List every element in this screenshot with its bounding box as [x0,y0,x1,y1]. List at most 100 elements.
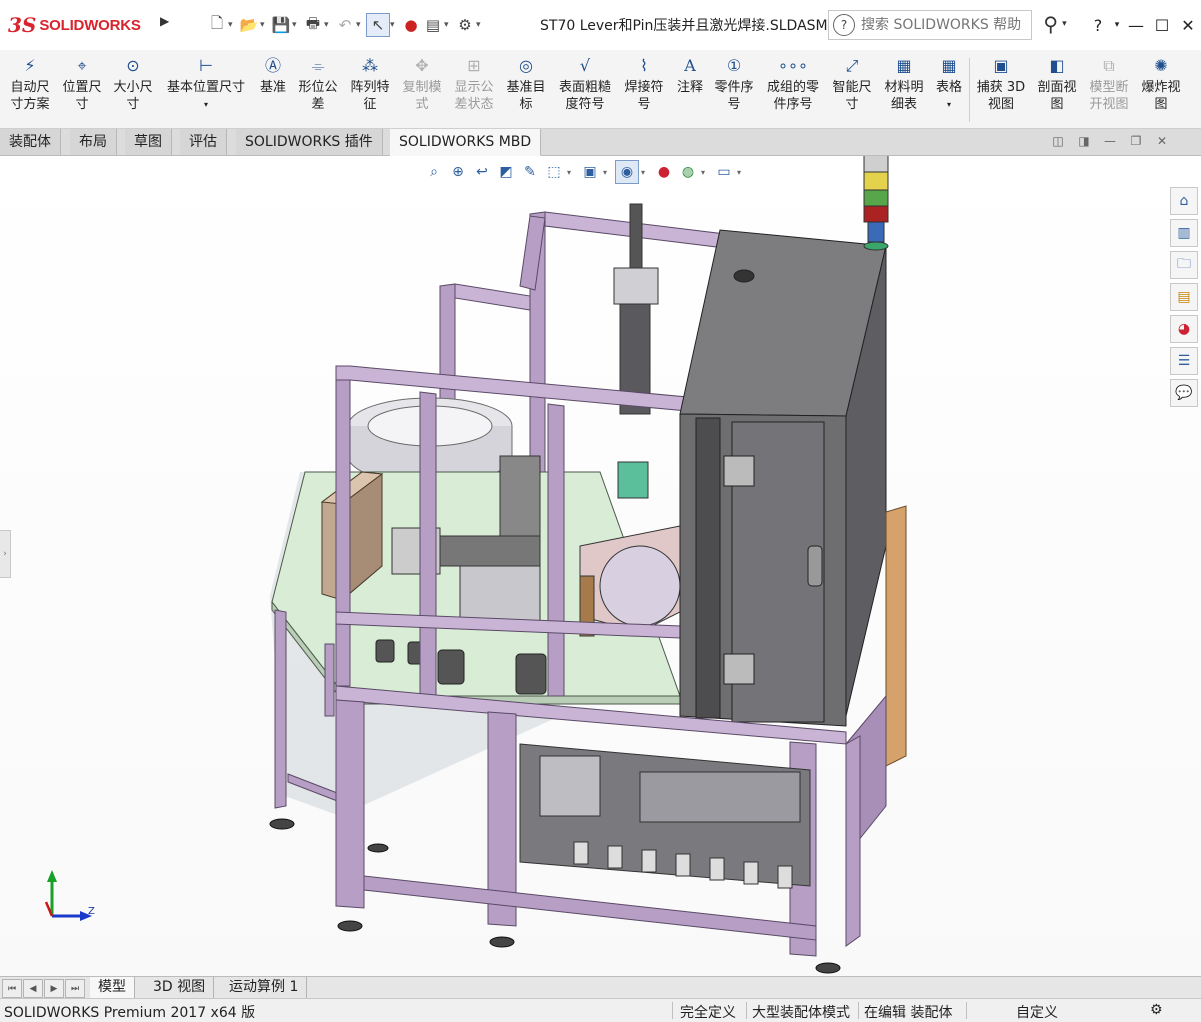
command-manager-ribbon: ⚡ 自动尺 寸方案 ⌖ 位置尺 寸 ⊙ 大小尺 寸 ⊢ 基本位置尺寸 ▾ Ⓐ 基准 ⌯ 形位公… [0,50,1201,129]
rebuild-traffic-light-icon[interactable]: ● [400,14,422,36]
undo-icon[interactable]: ↶ [334,14,356,36]
open-document-icon[interactable]: 📂 [238,14,260,36]
auto-dimension-scheme-button[interactable]: ⚡ 自动尺 寸方案 [6,54,54,124]
model-break-view-button[interactable]: ⧉ 模型断 开视图 [1085,54,1133,124]
options-dropdown-icon[interactable]: ▾ [476,20,486,30]
minimize-button[interactable]: — [1123,16,1149,35]
quick-access-toolbar: 🗋 ▾ 📂 ▾ 💾 ▾ 🖶 ▾ ↶ ▾ ↖ ▾ ● ▤ ▾ ⚙ ▾ [206,13,486,37]
tab-solidworks-mbd[interactable]: SOLIDWORKS MBD [390,129,542,156]
size-dimension-button[interactable]: ⊙ 大小尺 寸 [110,54,156,124]
table-dropdown-icon[interactable]: ▾ [947,96,951,113]
undo-dropdown-icon[interactable]: ▾ [356,20,366,30]
assembly-model-illustration[interactable] [0,156,1201,976]
menu-expand-arrow-icon[interactable]: ▶ [160,14,174,34]
basic-dim-dropdown-icon[interactable]: ▾ [204,96,208,113]
tab-solidworks-addins[interactable]: SOLIDWORKS 插件 [236,129,383,155]
weld-symbol-button[interactable]: ⌇ 焊接符 号 [620,54,668,124]
print-dropdown-icon[interactable]: ▾ [324,20,334,30]
weld-symbol-icon: ⌇ [640,55,648,75]
maximize-button[interactable]: ☐ [1149,16,1175,35]
tab-model[interactable]: 模型 [90,977,135,998]
viewport-close-icon[interactable]: ✕ [1149,134,1175,148]
graphics-area[interactable]: ⌕ ⊕ ↩ ◩ ✎ ⬚ ▾ ▣ ▾ ◉ ▾ ● ◍ ▾ ▭ ▾ ⌂ ▥ 🗀 ▤ ◕ ☰ 💬… [0,156,1201,976]
command-manager-tabs: 装配体 布局 草图 评估 SOLIDWORKS 插件 SOLIDWORKS MB… [0,129,1201,156]
units-custom-status[interactable]: 自定义 [1016,1002,1058,1022]
status-separator [672,1002,673,1019]
rebuild-status-icon[interactable]: ⚙ [1150,1002,1163,1018]
table-icon: ▦ [941,55,957,75]
ds-logo-mark: 3S [8,13,37,37]
triad-y-arrow-icon [47,870,57,882]
editing-status: 在编辑 装配体 [864,1005,953,1021]
tab-sketch[interactable]: 草图 [125,129,172,155]
geometric-tolerance-button[interactable]: ⌯ 形位公 差 [295,54,341,124]
tab-layout[interactable]: 布局 [70,129,117,155]
new-document-icon[interactable]: 🗋 [206,14,228,36]
location-dimension-button[interactable]: ⌖ 位置尺 寸 [59,54,105,124]
note-button[interactable]: A 注释 [672,54,708,124]
smart-dimension-icon: ⤢ [845,55,859,75]
balloon-icon: ① [726,55,742,75]
properties-dropdown-icon[interactable]: ▾ [444,20,454,30]
tab-evaluate[interactable]: 评估 [180,129,227,155]
save-dropdown-icon[interactable]: ▾ [292,20,302,30]
solidworks-logo[interactable]: 3S SOLIDWORKS [8,10,156,40]
model-break-view-icon: ⧉ [1103,55,1115,75]
search-input[interactable] [859,16,1023,34]
viewport-restore-icon[interactable]: ❐ [1123,134,1149,148]
logo-text: SOLIDWORKS [39,16,141,34]
open-dropdown-icon[interactable]: ▾ [260,20,270,30]
help-button[interactable]: ? [1085,16,1111,35]
show-tolerance-status-button[interactable]: ⊞ 显示公 差状态 [450,54,498,124]
last-tab-arrow-icon[interactable]: ⏭ [65,979,85,998]
stacked-balloon-button[interactable]: ∘∘∘ 成组的零 件序号 [762,54,824,124]
smart-dimension-button[interactable]: ⤢ 智能尺 寸 [828,54,876,124]
tab-motion-study-1[interactable]: 运动算例 1 [221,977,308,998]
geometric-tolerance-icon: ⌯ [311,55,325,75]
definition-status: 完全定义 [680,1005,736,1021]
status-separator [746,1002,747,1019]
balloon-button[interactable]: ① 零件序 号 [710,54,758,124]
bill-of-materials-button[interactable]: ▦ 材料明 细表 [880,54,928,124]
table-button[interactable]: ▦ 表格 ▾ [932,54,966,124]
tab-3d-views[interactable]: 3D 视图 [145,977,215,998]
capture-3d-view-button[interactable]: ▣ 捕获 3D 视图 [974,54,1028,124]
options-gear-icon[interactable]: ⚙ [454,14,476,36]
title-bar: 3S SOLIDWORKS ▶ 🗋 ▾ 📂 ▾ 💾 ▾ 🖶 ▾ ↶ ▾ ↖ ▾ ● ▤ ▾ ⚙… [0,0,1201,51]
prev-tab-arrow-icon[interactable]: ◀ [23,979,43,998]
select-pointer-icon[interactable]: ↖ [366,13,390,37]
select-dropdown-icon[interactable]: ▾ [390,20,400,30]
tab-assembly[interactable]: 装配体 [0,129,61,155]
copy-scheme-button[interactable]: ✥ 复制模 式 [398,54,446,124]
stacked-balloon-icon: ∘∘∘ [777,55,809,75]
basic-location-dimension-button[interactable]: ⊢ 基本位置尺寸 ▾ [162,54,250,124]
first-tab-arrow-icon[interactable]: ⏮ [2,979,22,998]
save-icon[interactable]: 💾 [270,14,292,36]
viewport-minimize-icon[interactable]: — [1097,134,1123,148]
location-dimension-icon: ⌖ [77,55,87,75]
exploded-view-icon: ✺ [1154,55,1168,75]
help-dropdown-icon[interactable]: ▾ [1111,20,1123,30]
search-help-icon: ? [833,14,855,36]
next-tab-arrow-icon[interactable]: ▶ [44,979,64,998]
datum-target-icon: ◎ [519,55,533,75]
pattern-feature-button[interactable]: ⁂ 阵列特 征 [346,54,394,124]
datum-button[interactable]: Ⓐ 基准 [255,54,291,124]
product-version-text: SOLIDWORKS Premium 2017 x64 版 [4,1005,256,1021]
close-button[interactable]: ✕ [1175,16,1201,35]
surface-finish-button[interactable]: √ 表面粗糙 度符号 [554,54,616,124]
search-magnifier-icon[interactable]: ⚲ ▾ [1032,10,1078,38]
print-icon[interactable]: 🖶 [302,14,324,36]
section-view-button[interactable]: ◧ 剖面视 图 [1033,54,1081,124]
datum-icon: Ⓐ [264,55,281,75]
new-dropdown-icon[interactable]: ▾ [228,20,238,30]
tile-left-icon[interactable]: ◫ [1045,134,1071,148]
large-assembly-mode-status: 大型装配体模式 [752,1005,850,1021]
tile-right-icon[interactable]: ◨ [1071,134,1097,148]
file-properties-icon[interactable]: ▤ [422,14,444,36]
help-search-box[interactable]: ? [828,10,1032,40]
size-dimension-icon: ⊙ [126,55,140,75]
exploded-view-button[interactable]: ✺ 爆炸视 图 [1137,54,1185,124]
bom-icon: ▦ [896,55,912,75]
datum-target-button[interactable]: ◎ 基准目 标 [502,54,550,124]
